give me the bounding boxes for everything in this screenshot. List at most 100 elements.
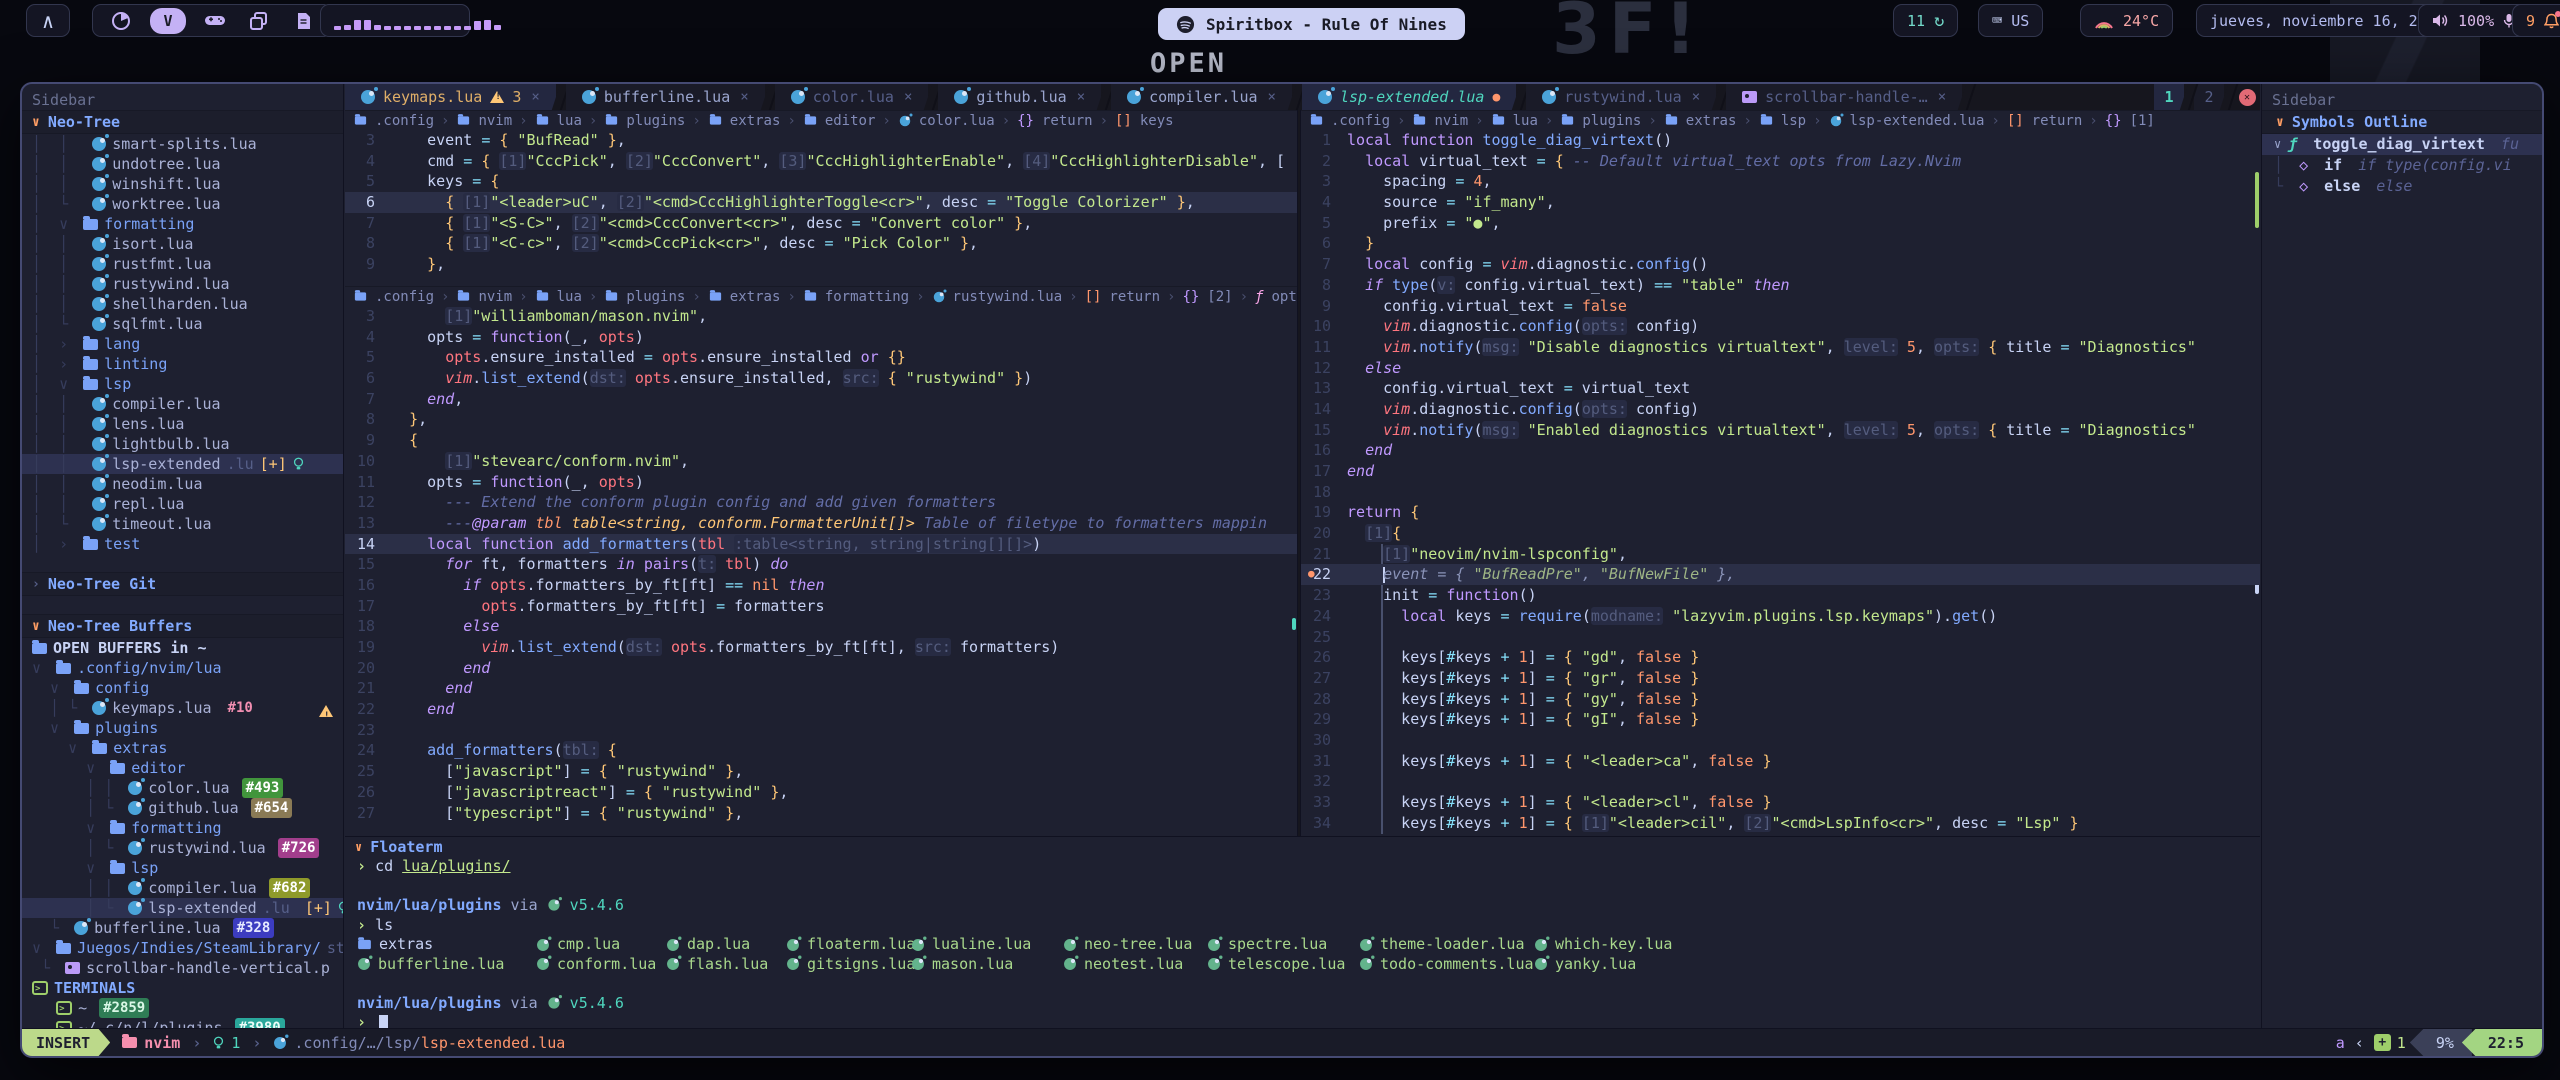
floaterm-header[interactable]: ∨ Floaterm (345, 837, 2260, 857)
tree-item-undotree-lua[interactable]: │ │ undotree.lua (22, 154, 343, 174)
tab-close-icon[interactable]: × (531, 89, 539, 105)
breadcrumb-segment[interactable]: lua (1491, 113, 1538, 129)
breadcrumb-segment[interactable]: plugins (604, 113, 685, 129)
code-line-18[interactable]: 18 else (345, 616, 1297, 637)
tree-item-rustywind-lua[interactable]: │ └ rustywind.lua#726 (22, 838, 343, 858)
tab-github-lua[interactable]: github.lua× (938, 84, 1101, 110)
tree-item-compiler-lua[interactable]: │ │ compiler.lua#682 (22, 878, 343, 898)
code-line-16[interactable]: 16 if opts.formatters_by_ft[ft] == nil t… (345, 575, 1297, 596)
code-line-24[interactable]: 24 local keys = require(modname: "lazyvi… (1301, 606, 2260, 627)
app-button-windows[interactable] (244, 8, 274, 34)
tab-close-icon[interactable]: × (1077, 89, 1085, 105)
tree-item-rustywind-lua[interactable]: │ │ rustywind.lua (22, 274, 343, 294)
app-button-browser[interactable] (106, 8, 136, 34)
code-line-3[interactable]: 3 spacing = 4, (1301, 171, 2260, 192)
tree-item-smart-splits-lua[interactable]: │ │ smart-splits.lua (22, 134, 343, 154)
tree-item-editor[interactable]: ∨ editor (22, 758, 343, 778)
breadcrumb[interactable]: .config›nvim›lua›plugins›extras›editor›c… (345, 110, 1297, 130)
breadcrumb-segment[interactable]: formatting (803, 289, 909, 305)
code-line-28[interactable]: 28 keys[#keys + 1] = { "gy", false } (1301, 689, 2260, 710)
code-line-12[interactable]: 12 else (1301, 358, 2260, 379)
code-line-4[interactable]: 4 opts = function(_, opts) (345, 327, 1297, 348)
code-line-9[interactable]: 9 { (345, 430, 1297, 451)
tab-close-icon[interactable]: × (1938, 89, 1946, 105)
app-button-file[interactable] (288, 8, 318, 34)
code-line-8[interactable]: 8 }, (345, 409, 1297, 430)
breadcrumb-segment[interactable]: {}[2] (1182, 289, 1232, 305)
tab-scrollbar-handle-[interactable]: scrollbar-handle-…× (1726, 84, 1962, 110)
code-line-3[interactable]: 3 [1]"williamboman/mason.nvim", (345, 306, 1297, 327)
tree-item-sqlfmt-lua[interactable]: │ └ sqlfmt.lua (22, 314, 343, 334)
code-line-27[interactable]: 27 ["typescript"] = { "rustywind" }, (345, 803, 1297, 824)
code-line-11[interactable]: 11 opts = function(_, opts) (345, 472, 1297, 493)
tree-item-isort-lua[interactable]: │ │ isort.lua (22, 234, 343, 254)
code-line-15[interactable]: 15 vim.notify(msg: "Enabled diagnostics … (1301, 420, 2260, 441)
breadcrumb-segment[interactable]: lsp-extended.lua (1829, 113, 1985, 129)
tree-item-OPEN-BUFFERS-in-[interactable]: OPEN BUFFERS in ~ (22, 638, 343, 658)
code-line-20[interactable]: 20 end (345, 658, 1297, 679)
code-line-10[interactable]: 10 [1]"stevearc/conform.nvim", (345, 451, 1297, 472)
breadcrumb-segment[interactable]: editor (803, 113, 876, 129)
code-line-30[interactable]: 30 (1301, 730, 2260, 751)
code-line-34[interactable]: 34 keys[#keys + 1] = { [1]"<leader>cil",… (1301, 813, 2260, 834)
code-line-27[interactable]: 27 keys[#keys + 1] = { "gr", false } (1301, 668, 2260, 689)
audio-visualizer[interactable] (320, 4, 470, 37)
symbol-item-else[interactable]: └ ◇ else else (2262, 175, 2542, 196)
tab-close-icon[interactable]: × (1692, 89, 1700, 105)
tree-item-keymaps-lua[interactable]: │ └ keymaps.lua#10 (22, 698, 343, 718)
weather-widget[interactable]: 24°C (2080, 4, 2173, 37)
code-line-3[interactable]: 3 event = { "BufRead" }, (345, 130, 1297, 151)
breadcrumb-segment[interactable]: lua (535, 289, 582, 305)
section-neo-tree-git[interactable]: ›Neo-Tree Git (22, 572, 343, 596)
tree-item-color-lua[interactable]: │ │ color.lua#493 (22, 778, 343, 798)
notifications-widget[interactable]: 9 (2512, 4, 2560, 37)
tabpage-1[interactable]: 1 (2154, 84, 2184, 110)
symbol-item-if[interactable]: │ ◇ if if type(config.vi (2262, 155, 2542, 176)
tab-color-lua[interactable]: color.lua× (775, 84, 929, 110)
code-line-18[interactable]: 18 (1301, 482, 2260, 503)
breadcrumb-segment[interactable]: .config (353, 113, 434, 129)
code-line-4[interactable]: 4 cmd = { [1]"CccPick", [2]"CccConvert",… (345, 151, 1297, 172)
breadcrumb-segment[interactable]: []keys (1115, 113, 1174, 129)
code-line-21[interactable]: 21 [1]"neovim/nvim-lspconfig", (1301, 544, 2260, 565)
code-line-15[interactable]: 15 for ft, formatters in pairs(t: tbl) d… (345, 554, 1297, 575)
code-line-22[interactable]: ●22 event = { "BufReadPre", "BufNewFile"… (1301, 564, 2260, 585)
breadcrumb-segment[interactable]: nvim (456, 289, 512, 305)
tree-item-neodim-lua[interactable]: │ │ neodim.lua (22, 474, 343, 494)
code-line-26[interactable]: 26 keys[#keys + 1] = { "gd", false } (1301, 647, 2260, 668)
code-line-14[interactable]: 14 local function add_formatters(tbl :ta… (345, 534, 1297, 555)
breadcrumb-segment[interactable]: .config (353, 289, 434, 305)
tab-bufferline-lua[interactable]: bufferline.lua× (566, 84, 765, 110)
code-line-9[interactable]: 9 }, (345, 254, 1297, 275)
code-line-6[interactable]: 6 { [1]"<leader>uC", [2]"<cmd>CccHighlig… (345, 192, 1297, 213)
code-line-13[interactable]: 13 ---@param tbl table<string, conform.F… (345, 513, 1297, 534)
tree-item-lsp[interactable]: ∨ lsp (22, 858, 343, 878)
code-line-20[interactable]: 20 [1]{ (1301, 523, 2260, 544)
editor-pane-rustywind[interactable]: .config›nvim›lua›plugins›extras›formatti… (345, 286, 1297, 836)
breadcrumb-segment[interactable]: plugins (604, 289, 685, 305)
code-line-9[interactable]: 9 config.virtual_text = false (1301, 296, 2260, 317)
symbol-item-toggle_diag_virtext[interactable]: ∨ƒ toggle_diag_virtext fu (2262, 134, 2542, 155)
tree-item-lsp[interactable]: │ ∨ lsp (22, 374, 343, 394)
code-line-14[interactable]: 14 vim.diagnostic.config(opts: config) (1301, 399, 2260, 420)
tab-close-icon[interactable]: × (1268, 89, 1276, 105)
code-line-5[interactable]: 5 prefix = "●", (1301, 213, 2260, 234)
editor-pane-color[interactable]: .config›nvim›lua›plugins›extras›editor›c… (345, 110, 1297, 286)
breadcrumb-segment[interactable]: []return (2007, 113, 2082, 129)
code-line-32[interactable]: 32 (1301, 771, 2260, 792)
code-line-7[interactable]: 7 { [1]"<S-C>", [2]"<cmd>CccConvert<cr>"… (345, 213, 1297, 234)
breadcrumb-segment[interactable]: ƒopts (1255, 289, 1297, 305)
updates-widget[interactable]: 11 ↻ (1893, 4, 1958, 37)
code-line-5[interactable]: 5 keys = { (345, 171, 1297, 192)
code-line-8[interactable]: 8 { [1]"<C-c>", [2]"<cmd>CccPick<cr>", d… (345, 233, 1297, 254)
tree-item-lang[interactable]: │ › lang (22, 334, 343, 354)
code-line-16[interactable]: 16 end (1301, 440, 2260, 461)
code-line-2[interactable]: 2 local virtual_text = { -- Default virt… (1301, 151, 2260, 172)
tree-item-test[interactable]: │ › test (22, 534, 343, 554)
tab-compiler-lua[interactable]: compiler.lua× (1111, 84, 1292, 110)
tree-item-compiler-lua[interactable]: │ │ compiler.lua (22, 394, 343, 414)
tabbar-close-button[interactable]: ✕ (2234, 84, 2260, 110)
code-line-10[interactable]: 10 vim.diagnostic.config(opts: config) (1301, 316, 2260, 337)
tree-item--c-n-l-plugins[interactable]: ~/.c/n/l/plugins#3980 (22, 1018, 343, 1028)
tree-item-shellharden-lua[interactable]: │ │ shellharden.lua (22, 294, 343, 314)
